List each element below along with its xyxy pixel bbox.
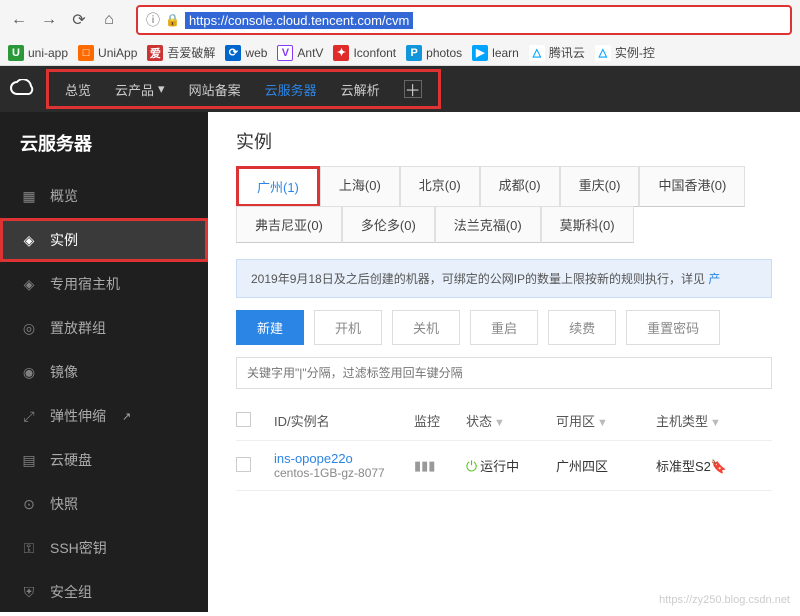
stop-button[interactable]: 关机 [392, 310, 460, 345]
bookmark-item[interactable]: Pphotos [406, 45, 462, 61]
create-button[interactable]: 新建 [236, 310, 304, 345]
sidebar-item-snapshot[interactable]: ⊙快照 [0, 482, 208, 526]
sidebar-item-autoscale[interactable]: ⤢弹性伸缩↗ [0, 394, 208, 438]
nav-dns[interactable]: 云解析 [341, 80, 380, 99]
notice-banner: 2019年9月18日及之后创建的机器，可绑定的公网IP的数量上限按新的规则执行，… [236, 259, 772, 298]
page-title: 实例 [208, 112, 800, 166]
region-tab[interactable]: 北京(0) [400, 166, 480, 207]
back-button[interactable]: ← [8, 9, 30, 31]
nav-beian[interactable]: 网站备案 [189, 80, 241, 99]
bookmark-item[interactable]: △腾讯云 [529, 44, 585, 61]
cloud-logo-icon[interactable] [0, 79, 46, 99]
url-bar[interactable]: ⓘ 🔒 https://console.cloud.tencent.com/cv… [136, 5, 792, 35]
reset-pwd-button[interactable]: 重置密码 [626, 310, 720, 345]
forward-button[interactable]: → [38, 9, 60, 31]
table-row[interactable]: ins-opope22o centos-1GB-gz-8077 ▮▮▮ ⏻运行中… [236, 441, 772, 491]
chevron-down-icon: ▾ [158, 81, 165, 97]
sidebar-item-security[interactable]: ⛨安全组 [0, 570, 208, 614]
filter-icon: ▼ [710, 417, 721, 429]
col-zone[interactable]: 可用区▼ [556, 411, 646, 430]
region-tab[interactable]: 重庆(0) [560, 166, 640, 207]
type-badge-icon: 🔖 [711, 459, 727, 474]
bookmark-item[interactable]: ⟳web [225, 45, 267, 61]
action-bar: 新建 开机 关机 重启 续费 重置密码 [208, 310, 800, 357]
instance-id-link[interactable]: ins-opope22o [274, 451, 404, 466]
bookmark-item[interactable]: Uuni-app [8, 45, 68, 61]
region-tab[interactable]: 弗吉尼亚(0) [236, 206, 342, 243]
region-tab-guangzhou[interactable]: 广州(1) [236, 166, 320, 207]
region-tab[interactable]: 多伦多(0) [342, 206, 435, 243]
lock-icon: 🔒 [165, 13, 180, 27]
region-tab[interactable]: 中国香港(0) [639, 166, 745, 207]
group-icon: ◎ [20, 319, 38, 337]
bookmarks-bar: Uuni-app □UniApp 爱吾爱破解 ⟳web VAntV ✦Iconf… [0, 40, 800, 65]
col-type[interactable]: 主机类型▼ [656, 411, 746, 430]
browser-chrome: ← → ⟳ ⌂ ⓘ 🔒 https://console.cloud.tencen… [0, 0, 800, 66]
cube-icon: ◈ [20, 275, 38, 293]
region-tabs-row2: 弗吉尼亚(0) 多伦多(0) 法兰克福(0) 莫斯科(0) [208, 206, 800, 243]
info-icon: ⓘ [146, 10, 160, 30]
bookmark-item[interactable]: △实例-控 [595, 44, 655, 61]
monitor-icon[interactable]: ▮▮▮ [414, 458, 435, 473]
filter-icon: ▼ [597, 417, 608, 429]
external-link-icon: ↗ [122, 410, 131, 423]
nav-products[interactable]: 云产品 ▾ [115, 80, 165, 99]
home-button[interactable]: ⌂ [98, 9, 120, 31]
nav-cvm[interactable]: 云服务器 [265, 80, 317, 99]
region-tab[interactable]: 上海(0) [320, 166, 400, 207]
bookmark-item[interactable]: ✦Iconfont [333, 45, 396, 61]
sidebar-title: 云服务器 [0, 130, 208, 174]
filter-icon: ▼ [494, 417, 505, 429]
sidebar-item-disk[interactable]: ▤云硬盘 [0, 438, 208, 482]
nav-overview[interactable]: 总览 [65, 80, 91, 99]
shield-icon: ⛨ [20, 583, 38, 601]
sidebar-item-ssh[interactable]: ⚿SSH密钥 [0, 526, 208, 570]
instance-table: ID/实例名 监控 状态▼ 可用区▼ 主机类型▼ ins-opope22o ce… [208, 401, 800, 491]
scale-icon: ⤢ [20, 407, 38, 425]
region-tab[interactable]: 成都(0) [480, 166, 560, 207]
sidebar-item-images[interactable]: ◉镜像 [0, 350, 208, 394]
row-checkbox[interactable] [236, 457, 251, 472]
renew-button[interactable]: 续费 [548, 310, 616, 345]
nav-add-button[interactable]: ＋ [404, 80, 422, 98]
region-tabs-row1: 广州(1) 上海(0) 北京(0) 成都(0) 重庆(0) 中国香港(0) [208, 166, 800, 207]
sidebar-item-instances[interactable]: ◈实例 [0, 218, 208, 262]
main-content: 实例 广州(1) 上海(0) 北京(0) 成都(0) 重庆(0) 中国香港(0)… [208, 112, 800, 612]
power-icon: ⏻ [466, 458, 477, 474]
select-all-checkbox[interactable] [236, 412, 251, 427]
sidebar: 云服务器 ▦概览 ◈实例 ◈专用宿主机 ◎置放群组 ◉镜像 ⤢弹性伸缩↗ ▤云硬… [0, 112, 208, 612]
region-tab[interactable]: 法兰克福(0) [435, 206, 541, 243]
watermark: https://zy250.blog.csdn.net [659, 594, 790, 606]
search-input[interactable] [236, 357, 772, 389]
bookmark-item[interactable]: 爱吾爱破解 [147, 44, 215, 61]
key-icon: ⚿ [20, 539, 38, 557]
cube-icon: ◈ [20, 231, 38, 249]
bookmark-item[interactable]: VAntV [277, 45, 323, 61]
sidebar-item-dedicated[interactable]: ◈专用宿主机 [0, 262, 208, 306]
notice-link[interactable]: 产 [708, 272, 720, 286]
camera-icon: ⊙ [20, 495, 38, 513]
restart-button[interactable]: 重启 [470, 310, 538, 345]
region-tab[interactable]: 莫斯科(0) [541, 206, 634, 243]
table-header: ID/实例名 监控 状态▼ 可用区▼ 主机类型▼ [236, 401, 772, 441]
sidebar-item-placement[interactable]: ◎置放群组 [0, 306, 208, 350]
disc-icon: ◉ [20, 363, 38, 381]
col-status[interactable]: 状态▼ [466, 411, 546, 430]
instance-zone: 广州四区 [556, 456, 646, 475]
sidebar-item-overview[interactable]: ▦概览 [0, 174, 208, 218]
bookmark-item[interactable]: ▶learn [472, 45, 519, 61]
col-monitor: 监控 [414, 411, 456, 430]
col-id: ID/实例名 [274, 411, 404, 430]
grid-icon: ▦ [20, 187, 38, 205]
top-nav: 总览 云产品 ▾ 网站备案 云服务器 云解析 ＋ [0, 66, 800, 112]
bookmark-item[interactable]: □UniApp [78, 45, 137, 61]
disk-icon: ▤ [20, 451, 38, 469]
reload-button[interactable]: ⟳ [68, 9, 90, 31]
instance-name: centos-1GB-gz-8077 [274, 466, 404, 480]
start-button[interactable]: 开机 [314, 310, 382, 345]
url-text: https://console.cloud.tencent.com/cvm [185, 12, 413, 29]
